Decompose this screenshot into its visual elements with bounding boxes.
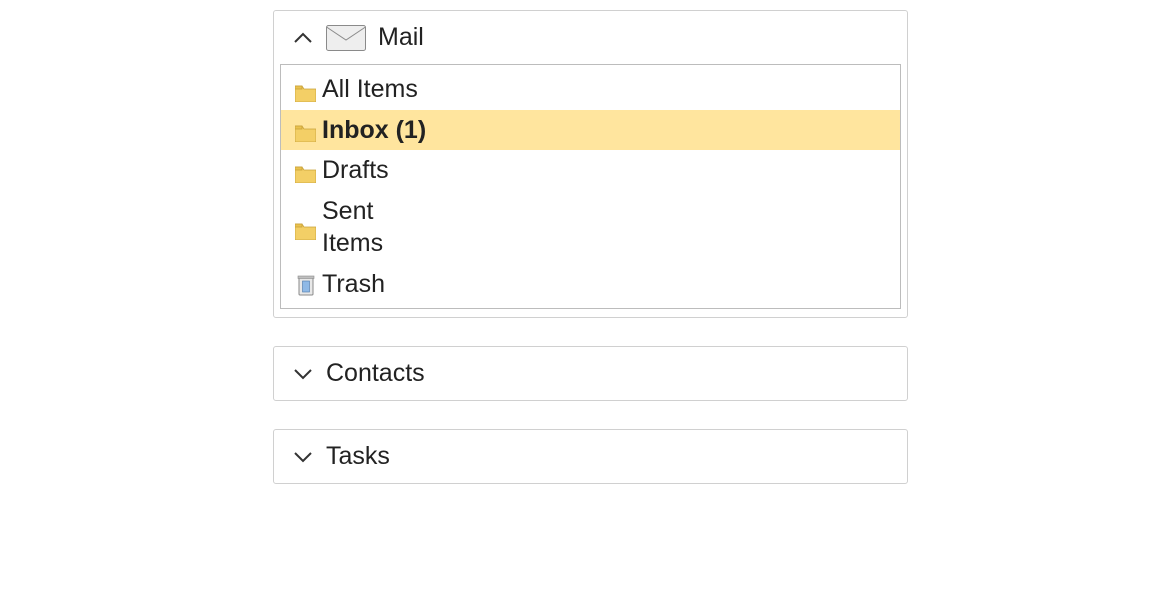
folder-all-items[interactable]: All Items (281, 69, 900, 110)
mail-folder-list: All Items Inbox (1) Dr (280, 64, 901, 309)
tasks-panel-header[interactable]: Tasks (274, 430, 907, 483)
folder-icon (295, 77, 316, 102)
folder-label: All Items (322, 73, 894, 106)
folder-icon (295, 158, 316, 183)
folder-label: Sent Items (322, 195, 402, 260)
tasks-panel-title: Tasks (326, 442, 390, 471)
folder-trash[interactable]: Trash (281, 264, 900, 305)
folder-label: Inbox (1) (322, 114, 894, 147)
folder-sent-items[interactable]: Sent Items (281, 191, 900, 264)
trash-icon (295, 271, 316, 296)
mail-panel-title: Mail (378, 23, 424, 52)
chevron-down-icon (292, 446, 314, 468)
chevron-up-icon (292, 27, 314, 49)
contacts-panel-header[interactable]: Contacts (274, 347, 907, 400)
folder-drafts[interactable]: Drafts (281, 150, 900, 191)
envelope-icon (326, 25, 366, 51)
mail-panel-header[interactable]: Mail (274, 11, 907, 64)
mail-panel: Mail All Items Inb (273, 10, 908, 318)
folder-label: Drafts (322, 154, 894, 187)
folder-label: Trash (322, 268, 894, 301)
folder-icon (295, 215, 316, 240)
contacts-panel: Contacts (273, 346, 908, 401)
contacts-panel-title: Contacts (326, 359, 425, 388)
chevron-down-icon (292, 363, 314, 385)
folder-icon (295, 117, 316, 142)
folder-inbox[interactable]: Inbox (1) (281, 110, 900, 151)
tasks-panel: Tasks (273, 429, 908, 484)
